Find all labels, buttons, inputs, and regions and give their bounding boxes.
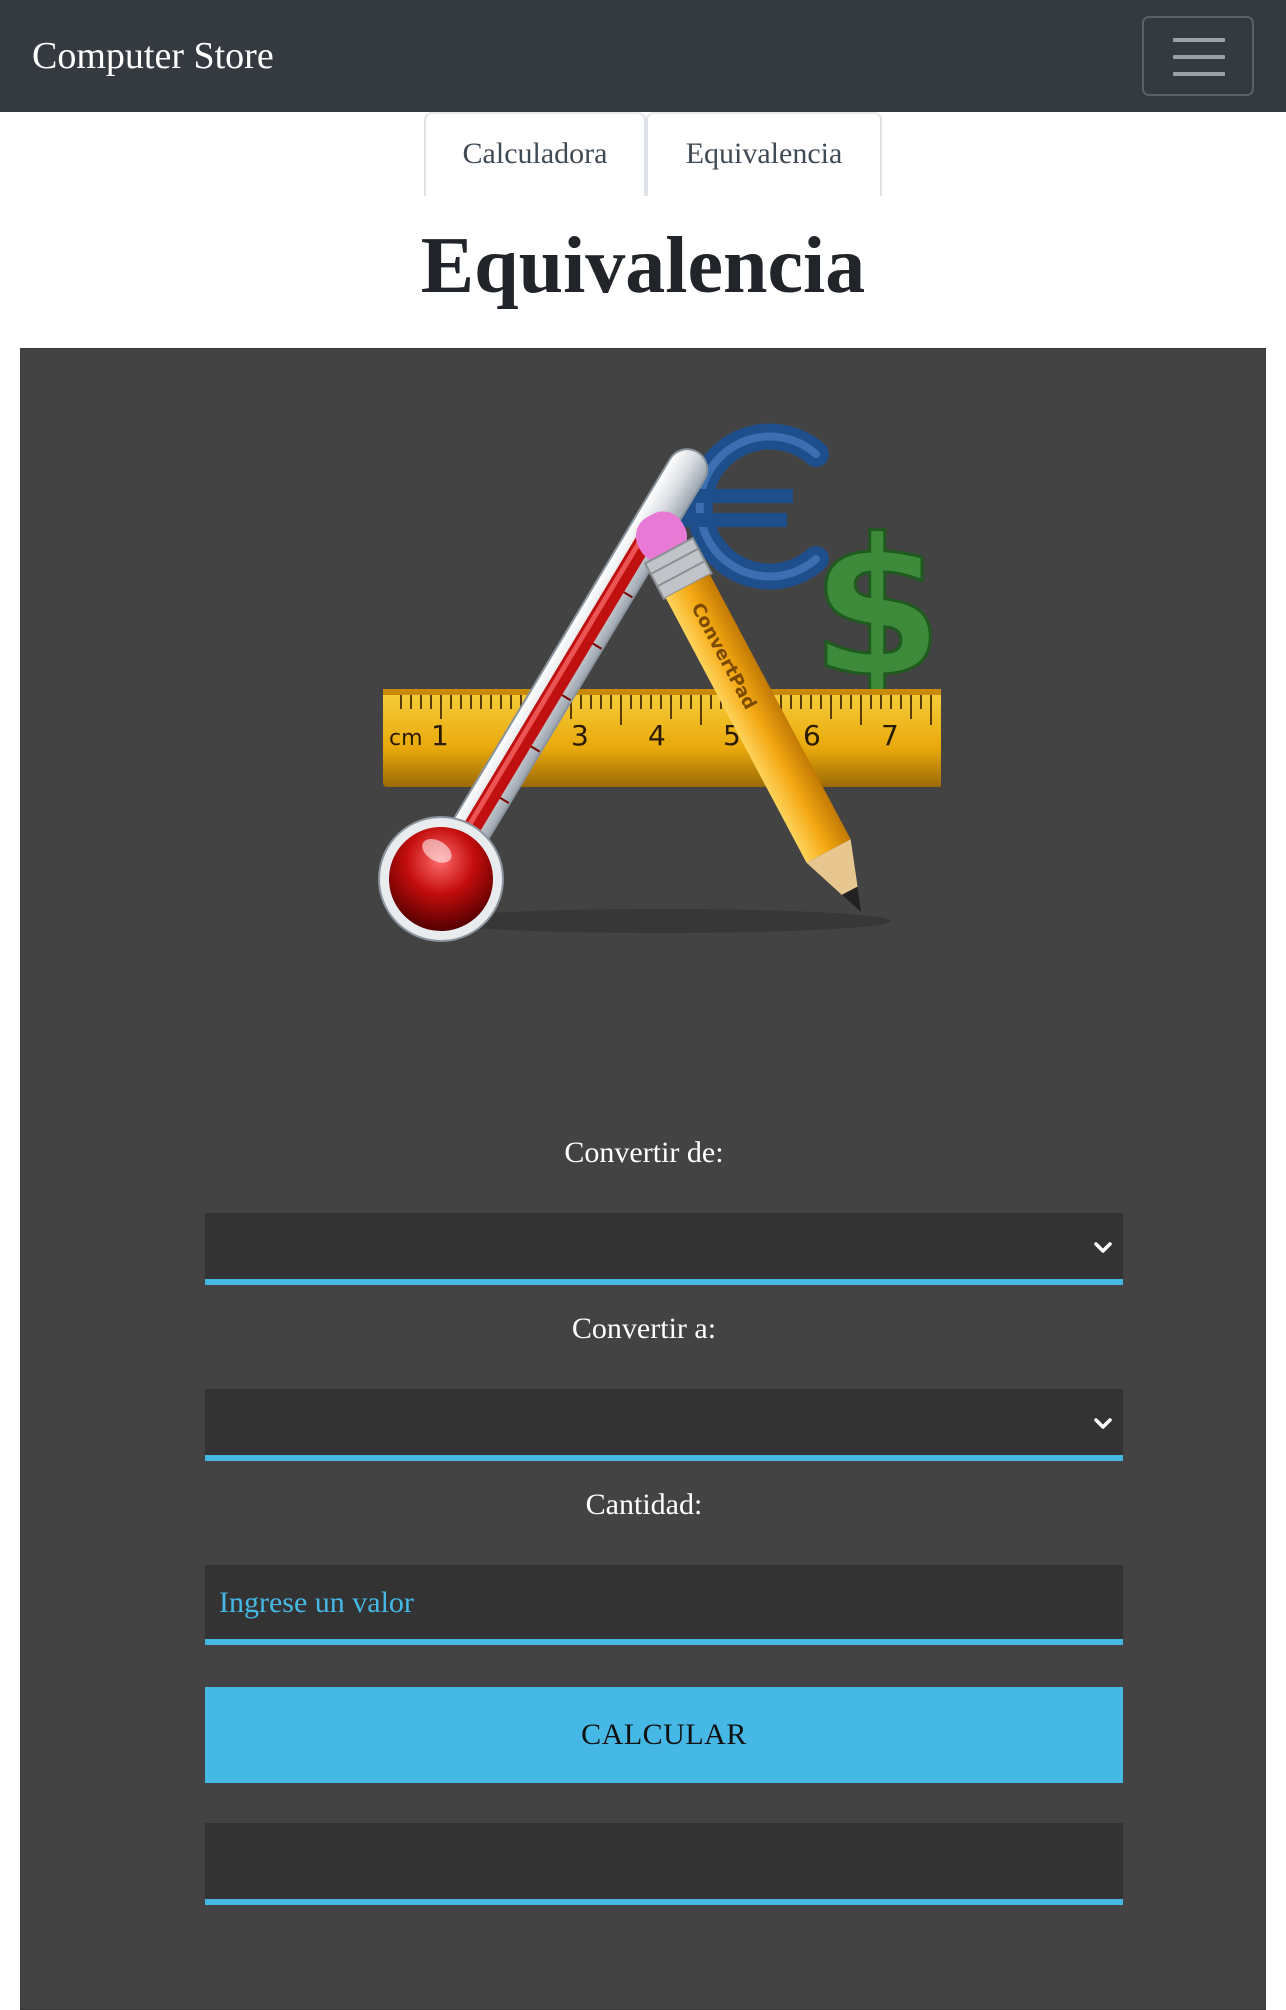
brand-link[interactable]: Computer Store: [32, 30, 274, 82]
ruler-number: 3: [571, 719, 589, 752]
hamburger-menu-icon: [1173, 38, 1225, 42]
tab-calculadora[interactable]: Calculadora: [424, 112, 646, 196]
chevron-down-icon: [1094, 1418, 1112, 1429]
ruler-number: 1: [431, 719, 449, 752]
ruler-number: 4: [648, 719, 666, 752]
tab-equivalencia[interactable]: Equivalencia: [646, 112, 882, 196]
convert-from-select[interactable]: [205, 1213, 1123, 1285]
svg-text:$: $: [811, 498, 941, 719]
amount-label: Cantidad:: [585, 1488, 703, 1521]
ruler-icon: cm 1 3 4 5 6 7: [383, 689, 941, 787]
dollar-icon: $: [810, 497, 942, 721]
page-title: Equivalencia: [420, 222, 866, 310]
hamburger-menu-icon: [1173, 72, 1225, 76]
hamburger-menu-icon: [1173, 55, 1225, 59]
calculate-button[interactable]: CALCULAR: [205, 1687, 1123, 1783]
convert-from-label: Convertir de:: [564, 1136, 724, 1169]
ruler-unit-label: cm: [389, 726, 423, 751]
ruler-number: 6: [803, 719, 821, 752]
navbar: Computer Store: [0, 0, 1286, 112]
amount-input[interactable]: Ingrese un valor: [205, 1565, 1123, 1645]
convertpad-logo: $ cm 1 3 4 5 6 7 ConvertPad: [378, 423, 942, 942]
convert-to-label: Convertir a:: [571, 1312, 717, 1345]
result-output: [205, 1823, 1123, 1905]
amount-placeholder: Ingrese un valor: [219, 1586, 414, 1619]
navbar-toggler-button[interactable]: [1142, 16, 1254, 96]
converter-panel: $ cm 1 3 4 5 6 7 ConvertPad Convertir de…: [20, 348, 1266, 2010]
chevron-down-icon: [1094, 1242, 1112, 1253]
ruler-number: 7: [881, 719, 899, 752]
convert-to-select[interactable]: [205, 1389, 1123, 1461]
